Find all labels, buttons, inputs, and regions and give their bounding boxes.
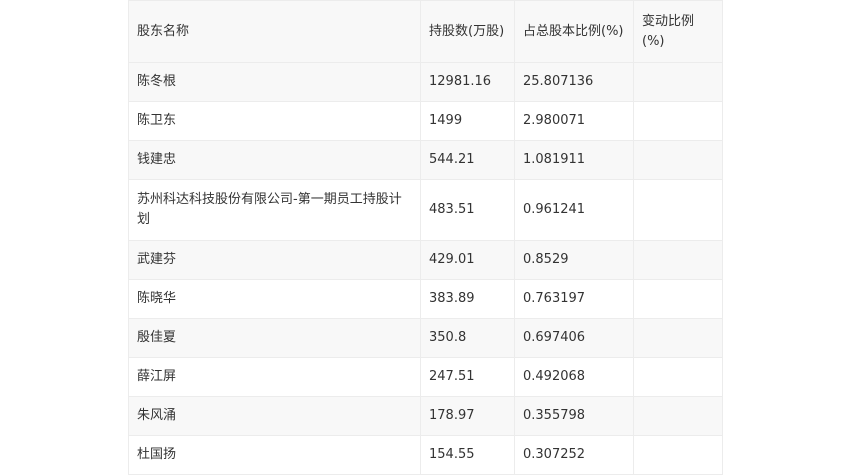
header-share-ratio: 占总股本比例(%) (514, 0, 634, 63)
cell-change (633, 279, 723, 319)
cell-ratio: 0.763197 (514, 279, 634, 319)
cell-change (633, 396, 723, 436)
cell-shares: 12981.16 (420, 62, 515, 102)
table-row: 杜国扬 154.55 0.307252 (128, 435, 723, 475)
cell-change (633, 357, 723, 397)
cell-shares: 247.51 (420, 357, 515, 397)
table-row: 薛江屏 247.51 0.492068 (128, 357, 723, 397)
cell-shares: 383.89 (420, 279, 515, 319)
cell-change (633, 240, 723, 280)
cell-ratio: 0.355798 (514, 396, 634, 436)
shareholder-table: 股东名称 持股数(万股) 占总股本比例(%) 变动比例(%) 陈冬根 12981… (128, 0, 723, 475)
cell-name: 薛江屏 (128, 357, 421, 397)
cell-shares: 350.8 (420, 318, 515, 358)
header-shareholder-name: 股东名称 (128, 0, 421, 63)
shareholder-table-container: 股东名称 持股数(万股) 占总股本比例(%) 变动比例(%) 陈冬根 12981… (128, 0, 723, 475)
cell-shares: 154.55 (420, 435, 515, 475)
table-row: 陈冬根 12981.16 25.807136 (128, 62, 723, 102)
table-row: 陈卫东 1499 2.980071 (128, 101, 723, 141)
cell-change (633, 435, 723, 475)
cell-name: 苏州科达科技股份有限公司-第一期员工持股计划 (128, 179, 421, 241)
cell-name: 钱建忠 (128, 140, 421, 180)
table-header: 股东名称 持股数(万股) 占总股本比例(%) 变动比例(%) (128, 0, 723, 63)
cell-name: 殷佳夏 (128, 318, 421, 358)
cell-change (633, 140, 723, 180)
cell-name: 陈卫东 (128, 101, 421, 141)
table-row: 钱建忠 544.21 1.081911 (128, 140, 723, 180)
cell-change (633, 179, 723, 241)
cell-name: 朱风涌 (128, 396, 421, 436)
table-row: 陈晓华 383.89 0.763197 (128, 279, 723, 319)
cell-ratio: 25.807136 (514, 62, 634, 102)
header-change-ratio: 变动比例(%) (633, 0, 723, 63)
cell-shares: 178.97 (420, 396, 515, 436)
cell-name: 陈冬根 (128, 62, 421, 102)
cell-shares: 429.01 (420, 240, 515, 280)
cell-change (633, 101, 723, 141)
cell-shares: 1499 (420, 101, 515, 141)
table-row: 殷佳夏 350.8 0.697406 (128, 318, 723, 358)
cell-change (633, 62, 723, 102)
table-row: 苏州科达科技股份有限公司-第一期员工持股计划 483.51 0.961241 (128, 179, 723, 241)
table-body: 陈冬根 12981.16 25.807136 陈卫东 1499 2.980071… (128, 62, 723, 475)
cell-shares: 483.51 (420, 179, 515, 241)
cell-name: 武建芬 (128, 240, 421, 280)
cell-name: 杜国扬 (128, 435, 421, 475)
cell-ratio: 0.697406 (514, 318, 634, 358)
table-row: 武建芬 429.01 0.8529 (128, 240, 723, 280)
cell-shares: 544.21 (420, 140, 515, 180)
cell-name: 陈晓华 (128, 279, 421, 319)
cell-ratio: 0.492068 (514, 357, 634, 397)
header-shares-held: 持股数(万股) (420, 0, 515, 63)
table-row: 朱风涌 178.97 0.355798 (128, 396, 723, 436)
cell-ratio: 0.307252 (514, 435, 634, 475)
cell-ratio: 1.081911 (514, 140, 634, 180)
header-row: 股东名称 持股数(万股) 占总股本比例(%) 变动比例(%) (128, 0, 723, 63)
cell-ratio: 2.980071 (514, 101, 634, 141)
cell-ratio: 0.8529 (514, 240, 634, 280)
cell-ratio: 0.961241 (514, 179, 634, 241)
cell-change (633, 318, 723, 358)
